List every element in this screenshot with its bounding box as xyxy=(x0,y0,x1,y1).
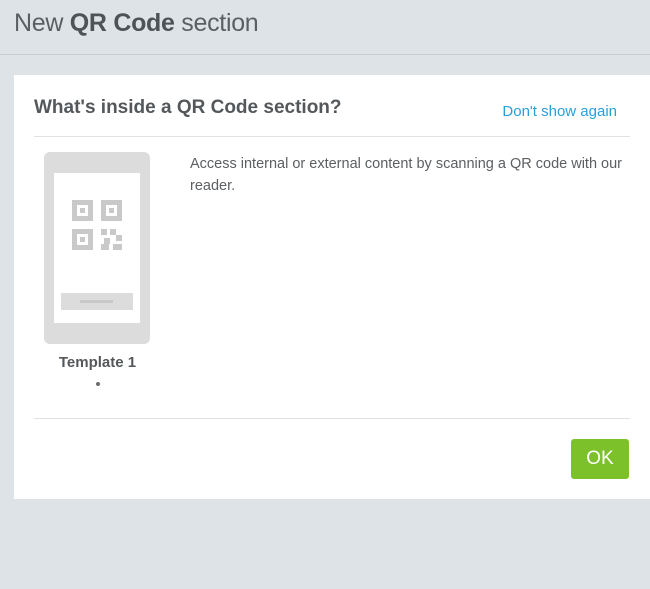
carousel-dot[interactable] xyxy=(95,382,100,386)
template-card[interactable]: Template 1 xyxy=(44,152,151,386)
phone-button-bar xyxy=(61,293,133,310)
page-title-suffix: section xyxy=(181,9,259,37)
phone-button-line xyxy=(80,300,113,303)
divider xyxy=(34,136,630,137)
ok-button[interactable]: OK xyxy=(571,439,629,479)
section-description: Access internal or external content by s… xyxy=(190,156,623,194)
info-dialog: What's inside a QR Code section? Don't s… xyxy=(14,75,650,499)
divider xyxy=(34,418,630,419)
page-title-prefix: New xyxy=(14,9,64,37)
page-title-strong: QR Code xyxy=(69,9,175,37)
dont-show-again-link[interactable]: Don't show again xyxy=(502,103,617,120)
phone-qr-icon xyxy=(44,152,150,344)
template-label: Template 1 xyxy=(58,354,137,371)
page-title: New QR Code section xyxy=(14,9,259,38)
phone-screen xyxy=(54,173,140,323)
dialog-title: What's inside a QR Code section? xyxy=(34,97,342,118)
qr-code-icon xyxy=(72,200,122,250)
page-header: New QR Code section xyxy=(0,0,650,55)
